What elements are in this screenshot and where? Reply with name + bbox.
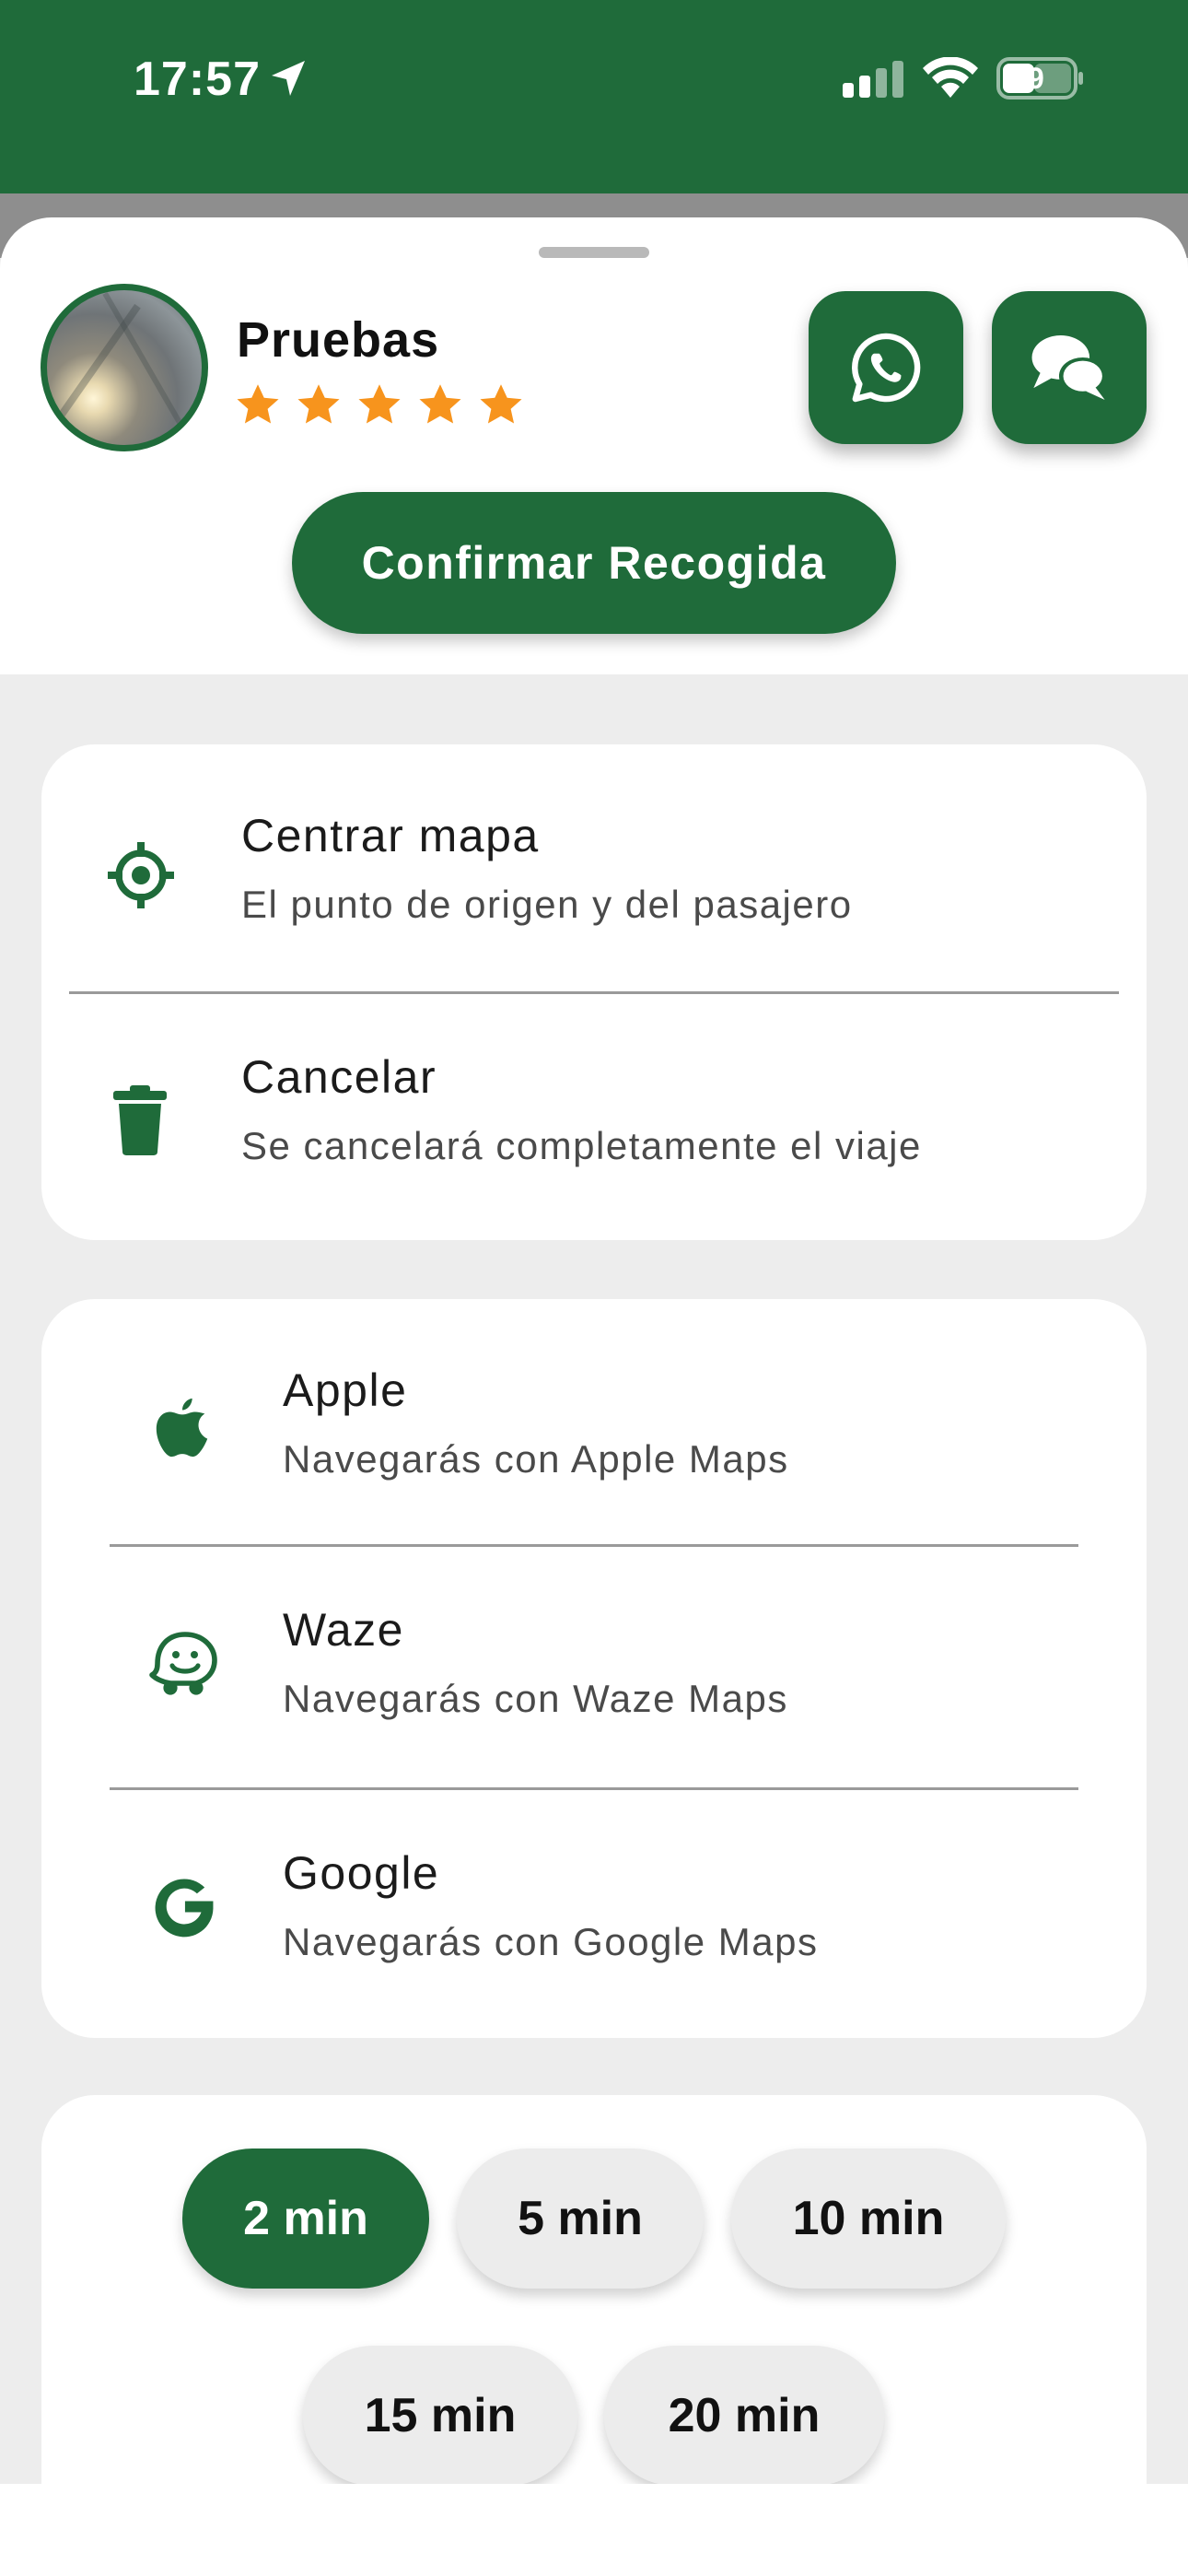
sheet-drag-handle[interactable] — [539, 247, 649, 258]
center-map-option[interactable]: Centrar mapa El punto de origen y del pa… — [41, 744, 1147, 986]
time-chip-5min[interactable]: 5 min — [457, 2149, 704, 2289]
cellular-signal-icon — [843, 61, 903, 98]
star-icon — [419, 384, 461, 424]
nav-title: Waze — [283, 1604, 404, 1656]
option-subtitle: Se cancelará completamente el viaje — [241, 1124, 922, 1167]
nav-title: Apple — [283, 1364, 408, 1416]
nav-subtitle: Navegarás con Waze Maps — [283, 1677, 788, 1720]
star-icon — [480, 384, 522, 424]
chat-bubbles-icon — [1031, 335, 1107, 400]
navigation-apps-card: Apple Navegarás con Apple Maps Waze Nave… — [41, 1299, 1147, 2038]
option-title: Cancelar — [241, 1051, 437, 1103]
options-card: Centrar mapa El punto de origen y del pa… — [41, 744, 1147, 1240]
whatsapp-button[interactable] — [809, 291, 963, 444]
wifi-icon — [923, 57, 978, 98]
nav-subtitle: Navegarás con Apple Maps — [283, 1437, 789, 1481]
star-icon — [297, 384, 340, 424]
time-chip-15min[interactable]: 15 min — [303, 2346, 577, 2486]
google-icon — [155, 1879, 214, 1938]
nav-title: Google — [283, 1847, 440, 1899]
trash-icon — [113, 1085, 167, 1155]
nav-subtitle: Navegarás con Google Maps — [283, 1920, 819, 1963]
time-chip-10min[interactable]: 10 min — [731, 2149, 1006, 2289]
home-indicator-area — [0, 2484, 1188, 2576]
navigate-apple-option[interactable]: Apple Navegarás con Apple Maps — [41, 1299, 1147, 1540]
time-chip-20min[interactable]: 20 min — [604, 2346, 884, 2486]
navigate-waze-option[interactable]: Waze Navegarás con Waze Maps — [41, 1546, 1147, 1787]
apple-icon — [156, 1398, 208, 1458]
driver-avatar — [41, 284, 208, 451]
location-arrow-icon — [272, 61, 305, 96]
cancel-trip-option[interactable]: Cancelar Se cancelará completamente el v… — [41, 993, 1147, 1235]
navigate-google-option[interactable]: Google Navegarás con Google Maps — [41, 1789, 1147, 2031]
driver-rating — [234, 381, 525, 429]
whatsapp-icon — [852, 333, 921, 403]
crosshair-icon — [108, 842, 174, 908]
status-time: 17:57 — [134, 53, 261, 106]
time-chip-2min[interactable]: 2 min — [182, 2149, 429, 2289]
waze-icon — [149, 1632, 217, 1695]
option-subtitle: El punto de origen y del pasajero — [241, 883, 853, 926]
chat-button[interactable] — [992, 291, 1147, 444]
star-icon — [237, 384, 279, 424]
driver-name: Pruebas — [237, 312, 440, 368]
confirm-pickup-button[interactable]: Confirmar Recogida — [292, 492, 896, 634]
battery-level: 39 — [1011, 62, 1044, 95]
option-title: Centrar mapa — [241, 810, 540, 861]
star-icon — [358, 384, 401, 424]
